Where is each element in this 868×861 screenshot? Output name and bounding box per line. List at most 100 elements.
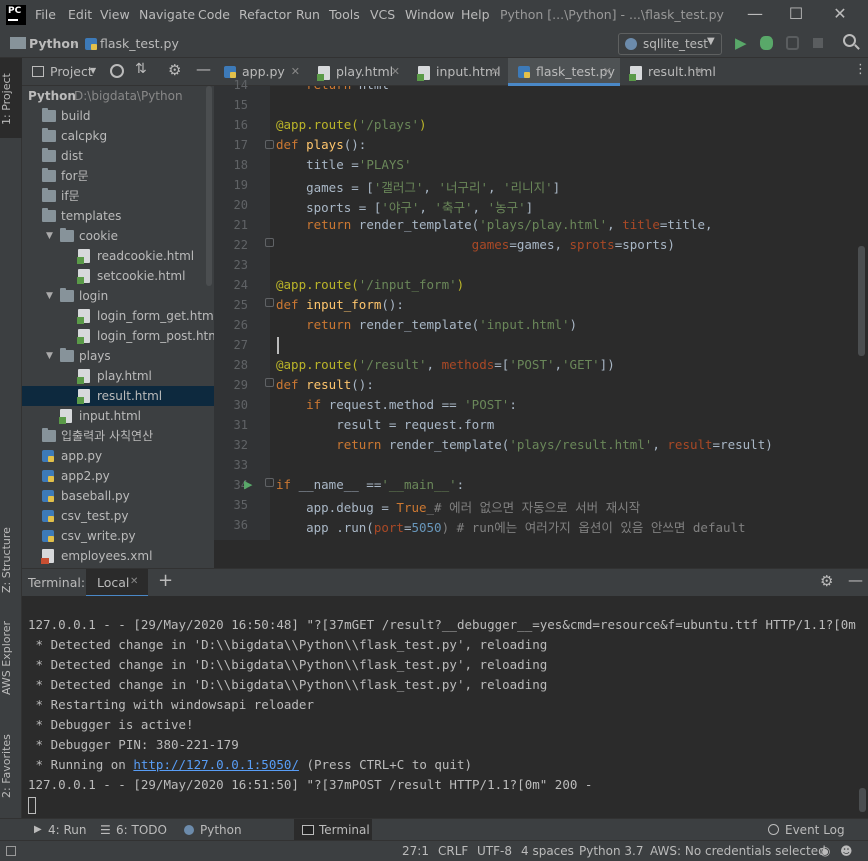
editor-scroll-thumb[interactable] bbox=[858, 246, 865, 356]
run-with-coverage-icon[interactable] bbox=[786, 36, 799, 50]
close-icon[interactable]: ✕ bbox=[830, 4, 850, 24]
tree-item[interactable]: input.html bbox=[22, 406, 214, 426]
aws-explorer-tool-tab[interactable]: AWS Explorer bbox=[0, 618, 22, 698]
tree-item[interactable]: ▶build bbox=[22, 106, 214, 126]
menu-help[interactable]: Help bbox=[461, 7, 490, 22]
structure-tool-tab[interactable]: Z: Structure bbox=[0, 520, 22, 600]
fold-marker-icon[interactable] bbox=[265, 378, 274, 387]
code-editor[interactable]: return html @app.route('/plays') def plays… bbox=[270, 86, 854, 540]
menu-file[interactable]: File bbox=[35, 7, 56, 22]
stop-icon[interactable] bbox=[813, 38, 823, 48]
tree-item[interactable]: ▶dist bbox=[22, 146, 214, 166]
locate-file-icon[interactable] bbox=[110, 64, 124, 78]
line-separator[interactable]: CRLF bbox=[438, 841, 468, 861]
tree-item[interactable]: login_form_post.html bbox=[22, 326, 214, 346]
tree-item[interactable]: ▶if문 bbox=[22, 186, 214, 206]
tree-item[interactable]: baseball.py bbox=[22, 486, 214, 506]
tool-tab-python-console[interactable]: Python Console bbox=[180, 819, 288, 859]
run-configuration-select[interactable]: sqllite_test ▼ bbox=[618, 33, 722, 55]
terminal-scrollbar[interactable] bbox=[856, 596, 868, 818]
tool-tab-todo[interactable]: ☰ 6: TODO bbox=[96, 819, 170, 841]
tree-item[interactable]: app.py bbox=[22, 446, 214, 466]
tree-item[interactable]: ▼ cookie bbox=[22, 226, 214, 246]
editor-tab[interactable]: play.html ✕ bbox=[308, 58, 408, 86]
close-session-icon[interactable]: ✕ bbox=[130, 576, 138, 587]
project-panel-header: Project ▼ ⇅ ⚙ — bbox=[22, 58, 214, 86]
tree-item[interactable]: ▶입출력과 사칙연산 bbox=[22, 426, 214, 446]
editor-tab[interactable]: flask_test.py ✕ bbox=[508, 58, 620, 86]
debug-icon[interactable] bbox=[760, 36, 773, 50]
tree-item[interactable]: employees.xml bbox=[22, 546, 214, 566]
tree-item[interactable]: result.html bbox=[22, 386, 214, 406]
hide-panel-icon[interactable]: — bbox=[848, 571, 863, 589]
gear-icon[interactable]: ⚙ bbox=[168, 61, 181, 79]
tool-tab-run[interactable]: ▶ 4: Run bbox=[30, 819, 90, 841]
minimize-icon[interactable]: — bbox=[745, 4, 765, 24]
menu-vcs[interactable]: VCS bbox=[370, 7, 395, 22]
tree-item[interactable]: ▶calcpkg bbox=[22, 126, 214, 146]
tree-item[interactable]: ▶for문 bbox=[22, 166, 214, 186]
editor-scrollbar[interactable] bbox=[855, 86, 868, 540]
terminal-session-tab[interactable]: Local ✕ bbox=[86, 569, 148, 597]
favorites-tool-tab[interactable]: 2: Favorites bbox=[0, 726, 22, 806]
close-tab-icon[interactable]: ✕ bbox=[603, 58, 612, 86]
terminal-scroll-thumb[interactable] bbox=[859, 788, 866, 812]
server-url-link[interactable]: http://127.0.0.1:5050/ bbox=[133, 757, 299, 772]
tree-item[interactable]: play.html bbox=[22, 366, 214, 386]
tree-item[interactable]: setcookie.html bbox=[22, 266, 214, 286]
search-icon[interactable] bbox=[843, 34, 860, 50]
tree-item[interactable]: csv_write.py bbox=[22, 526, 214, 546]
hide-panel-icon[interactable]: — bbox=[196, 60, 211, 78]
close-tab-icon[interactable]: ✕ bbox=[695, 58, 704, 86]
menu-code[interactable]: Code bbox=[198, 7, 230, 22]
tree-item[interactable]: csv_test.py bbox=[22, 506, 214, 526]
fold-marker-icon[interactable] bbox=[265, 140, 274, 149]
tree-item[interactable]: ▼ plays bbox=[22, 346, 214, 366]
indent-setting[interactable]: 4 spaces bbox=[521, 841, 574, 861]
close-tab-icon[interactable]: ✕ bbox=[291, 58, 300, 86]
run-icon[interactable]: ▶ bbox=[735, 34, 747, 52]
chevron-down-icon[interactable]: ▼ bbox=[46, 226, 56, 246]
tree-item[interactable]: login_form_get.html bbox=[22, 306, 214, 326]
tool-tab-terminal[interactable]: Terminal bbox=[294, 819, 372, 841]
chevron-down-icon[interactable]: ▼ bbox=[46, 346, 56, 366]
collapse-all-icon[interactable]: ⇅ bbox=[135, 61, 147, 77]
project-root[interactable]: Python D:\bigdata\Python bbox=[22, 86, 214, 106]
lock-icon[interactable]: ◉ bbox=[820, 841, 830, 861]
toggle-tool-windows-icon[interactable] bbox=[6, 846, 16, 856]
chevron-down-icon[interactable]: ▼ bbox=[46, 286, 56, 306]
tree-item[interactable]: ▼ login bbox=[22, 286, 214, 306]
editor-tab[interactable]: input.html ✕ bbox=[408, 58, 508, 86]
tree-item[interactable]: app2.py bbox=[22, 466, 214, 486]
file-encoding[interactable]: UTF-8 bbox=[477, 841, 512, 861]
menu-edit[interactable]: Edit bbox=[68, 7, 92, 22]
aws-credentials[interactable]: AWS: No credentials selected bbox=[650, 841, 826, 861]
menu-navigate[interactable]: Navigate bbox=[139, 7, 195, 22]
notifications-icon[interactable]: ☻ bbox=[840, 841, 853, 861]
new-session-icon[interactable]: + bbox=[158, 570, 173, 591]
run-gutter-icon[interactable]: ▶ bbox=[244, 478, 252, 491]
tree-scrollbar[interactable] bbox=[206, 86, 212, 286]
fold-marker-icon[interactable] bbox=[265, 298, 274, 307]
tree-item[interactable]: readcookie.html bbox=[22, 246, 214, 266]
fold-marker-icon[interactable] bbox=[265, 238, 274, 247]
menu-view[interactable]: View bbox=[100, 7, 130, 22]
editor-tab[interactable]: result.html ✕ bbox=[620, 58, 716, 86]
breadcrumb-file[interactable]: flask_test.py bbox=[100, 36, 179, 51]
maximize-icon[interactable]: ☐ bbox=[786, 4, 806, 24]
gear-icon[interactable]: ⚙ bbox=[820, 572, 833, 590]
tree-item[interactable]: ▶templates bbox=[22, 206, 214, 226]
fold-marker-icon[interactable] bbox=[265, 478, 274, 487]
menu-refactor[interactable]: Refactor bbox=[239, 7, 291, 22]
python-interpreter[interactable]: Python 3.7 bbox=[579, 841, 644, 861]
terminal-output[interactable]: 127.0.0.1 - - [29/May/2020 16:50:48] "?[… bbox=[22, 596, 856, 818]
event-log-button[interactable]: Event Log bbox=[768, 819, 868, 841]
caret-position[interactable]: 27:1 bbox=[402, 841, 429, 861]
project-view-select[interactable]: Project bbox=[50, 64, 93, 79]
close-tab-icon[interactable]: ✕ bbox=[491, 58, 500, 86]
menu-tools[interactable]: Tools bbox=[329, 7, 360, 22]
close-tab-icon[interactable]: ✕ bbox=[391, 58, 400, 86]
tab-menu-icon[interactable]: ⋮ bbox=[854, 62, 867, 77]
menu-run[interactable]: Run bbox=[296, 7, 320, 22]
menu-window[interactable]: Window bbox=[405, 7, 454, 22]
